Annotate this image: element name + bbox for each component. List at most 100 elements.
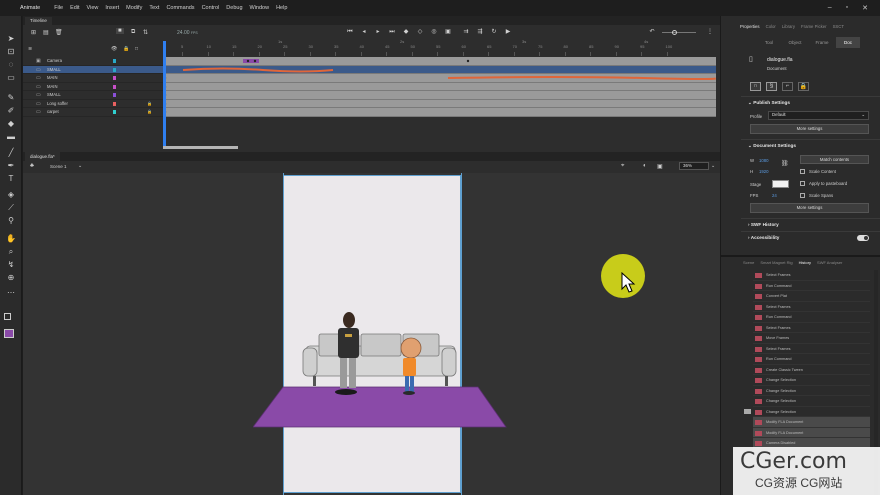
frame-zoom-slider[interactable]	[662, 32, 696, 33]
stage-lock-icon[interactable]: ◐	[643, 163, 647, 169]
subtab-doc[interactable]: Doc	[836, 37, 860, 48]
scene-label[interactable]: Scene 1	[50, 164, 67, 169]
history-item[interactable]: Select Frames	[753, 323, 870, 333]
new-folder-icon[interactable]: ▤	[43, 29, 49, 36]
history-item[interactable]: Change Selection	[753, 375, 870, 386]
history-item[interactable]: Select Frames	[753, 270, 870, 281]
menu-edit[interactable]: Edit	[70, 5, 79, 11]
history-item[interactable]: Modify FLA Document	[753, 417, 870, 428]
scale-content-checkbox[interactable]	[800, 169, 805, 174]
swf-history-heading[interactable]: › SWF History	[748, 222, 779, 227]
width-value[interactable]: 1080	[759, 158, 769, 163]
pen-tool-icon[interactable]: ✒	[5, 161, 17, 171]
lasso-tool-icon[interactable]: ◌	[5, 60, 17, 70]
accessibility-toggle[interactable]	[857, 235, 869, 241]
eraser-tool-icon[interactable]: ◆	[5, 119, 17, 129]
menu-debug[interactable]: Debug	[226, 5, 242, 11]
camera-toggle-icon[interactable]: ■	[116, 28, 124, 34]
center-stage-icon[interactable]: ⌖	[621, 163, 624, 170]
prev-frame-icon[interactable]: ◂	[360, 29, 368, 36]
timeline-scrollbar[interactable]	[163, 146, 238, 149]
history-item[interactable]: Run Command	[753, 312, 870, 323]
publish-more-settings-button[interactable]: More settings	[750, 124, 869, 134]
layer-color-chip[interactable]	[113, 76, 116, 80]
stroke-color-swatch[interactable]	[4, 313, 11, 320]
minimize-icon[interactable]: –	[828, 4, 832, 12]
doc-more-settings-button[interactable]: More settings	[750, 203, 869, 213]
profile-select[interactable]: Default ⌄	[768, 111, 869, 120]
subtab-object[interactable]: Object	[783, 37, 807, 48]
fps-readout[interactable]: 24.00 FPS	[177, 30, 198, 36]
tab-properties[interactable]: Properties	[740, 24, 760, 29]
menu-file[interactable]: File	[54, 5, 63, 11]
delete-layer-icon[interactable]: 🗑	[55, 29, 63, 36]
bone-tool-icon[interactable]: ⚲	[5, 216, 17, 226]
clip-content-icon[interactable]: ▣	[657, 163, 663, 170]
layer-color-chip[interactable]	[113, 59, 116, 63]
asset-warp-icon[interactable]: ⊕	[5, 273, 17, 283]
hand-tool-icon[interactable]: ✋	[5, 234, 17, 244]
timeline-tab[interactable]: Timeline	[25, 17, 52, 25]
menu-control[interactable]: Control	[202, 5, 220, 11]
lock-all-icon[interactable]: 🔒	[123, 46, 129, 52]
history-item[interactable]: Create Classic Tween	[753, 365, 870, 375]
subtab-frame[interactable]: Frame	[810, 37, 834, 48]
scale-spans-checkbox[interactable]	[800, 193, 805, 198]
layer-color-chip[interactable]	[113, 93, 116, 97]
last-frame-icon[interactable]: ⏭	[388, 29, 396, 36]
history-item[interactable]: Change Selection	[753, 386, 870, 396]
link-dimensions-icon[interactable]: ⛓	[781, 160, 789, 167]
publish-settings-heading[interactable]: ⌄ Publish Settings	[748, 100, 790, 106]
first-frame-icon[interactable]: ⏮	[346, 29, 354, 36]
show-all-icon[interactable]: 👁	[111, 46, 117, 52]
width-tool-icon[interactable]: ↯	[5, 260, 17, 270]
pencil-tool-icon[interactable]: ✐	[5, 106, 17, 116]
tab-smart-magnet-rig[interactable]: Smart Magnet Rig	[760, 260, 792, 265]
tab-ssct[interactable]: SSCT	[833, 24, 844, 29]
create-tween-icon[interactable]: ⇉	[462, 29, 470, 36]
outline-all-icon[interactable]: □	[135, 46, 138, 52]
lock-icon[interactable]: 🔒	[147, 109, 152, 114]
onion-skin-icon[interactable]: ◎	[430, 29, 438, 36]
layer-row[interactable]: ▭ MAIN	[23, 74, 163, 83]
lock-icon[interactable]: 🔒	[147, 101, 152, 106]
layer-row[interactable]: ▭ carpet 🔒	[23, 108, 163, 117]
fill-color-swatch[interactable]	[4, 329, 14, 338]
height-value[interactable]: 1920	[759, 169, 769, 174]
history-slider-handle[interactable]	[744, 409, 751, 414]
menu-insert[interactable]: Insert	[105, 5, 119, 11]
accessibility-heading[interactable]: › Accessibility	[748, 235, 779, 240]
history-item[interactable]: Move Frames	[753, 333, 870, 344]
edges-icon[interactable]: ⌐	[782, 82, 793, 91]
tab-frame-picker[interactable]: Frame Picker	[801, 24, 827, 29]
layer-color-chip[interactable]	[113, 101, 116, 106]
play-icon[interactable]: ▶	[504, 29, 512, 36]
eyedropper-icon[interactable]: ⟋	[5, 203, 17, 213]
loop-icon[interactable]: ↻	[490, 29, 498, 36]
camera-tool-icon[interactable]: ▭	[5, 73, 17, 83]
playhead[interactable]	[163, 41, 166, 146]
rectangle-tool-icon[interactable]: ▬	[5, 132, 17, 142]
tab-library[interactable]: Library	[782, 24, 795, 29]
next-frame-icon[interactable]: ▸	[374, 29, 382, 36]
subtab-tool[interactable]: Tool	[757, 37, 781, 48]
maximize-icon[interactable]: ▫	[846, 4, 848, 12]
insert-keyframe-icon[interactable]: ◆	[402, 29, 410, 36]
layer-row[interactable]: ▭ SMALL	[23, 91, 163, 100]
layer-row[interactable]: ▭ Long soffer 🔒	[23, 99, 163, 108]
history-item[interactable]: Select Frames	[753, 302, 870, 312]
magnet-icon[interactable]: ∩	[750, 82, 761, 91]
layer-color-chip[interactable]	[113, 110, 116, 114]
free-transform-tool-icon[interactable]: ⊡	[5, 47, 17, 57]
zoom-tool-icon[interactable]: ⌕	[5, 247, 17, 257]
paint-bucket-icon[interactable]: ◈	[5, 190, 17, 200]
menu-commands[interactable]: Commands	[166, 5, 194, 11]
line-tool-icon[interactable]: ╱	[5, 148, 17, 158]
layer-depth-icon[interactable]: ⇅	[143, 29, 148, 36]
zoom-dropdown-icon[interactable]: ⌄	[711, 163, 715, 169]
stage-color-swatch[interactable]	[772, 180, 789, 188]
more-tools-icon[interactable]: ⋯	[5, 288, 17, 298]
lock-snap-icon[interactable]: 🔒	[798, 82, 809, 91]
history-item[interactable]: Modify FLA Document	[753, 427, 870, 438]
text-tool-icon[interactable]: T	[5, 174, 17, 184]
